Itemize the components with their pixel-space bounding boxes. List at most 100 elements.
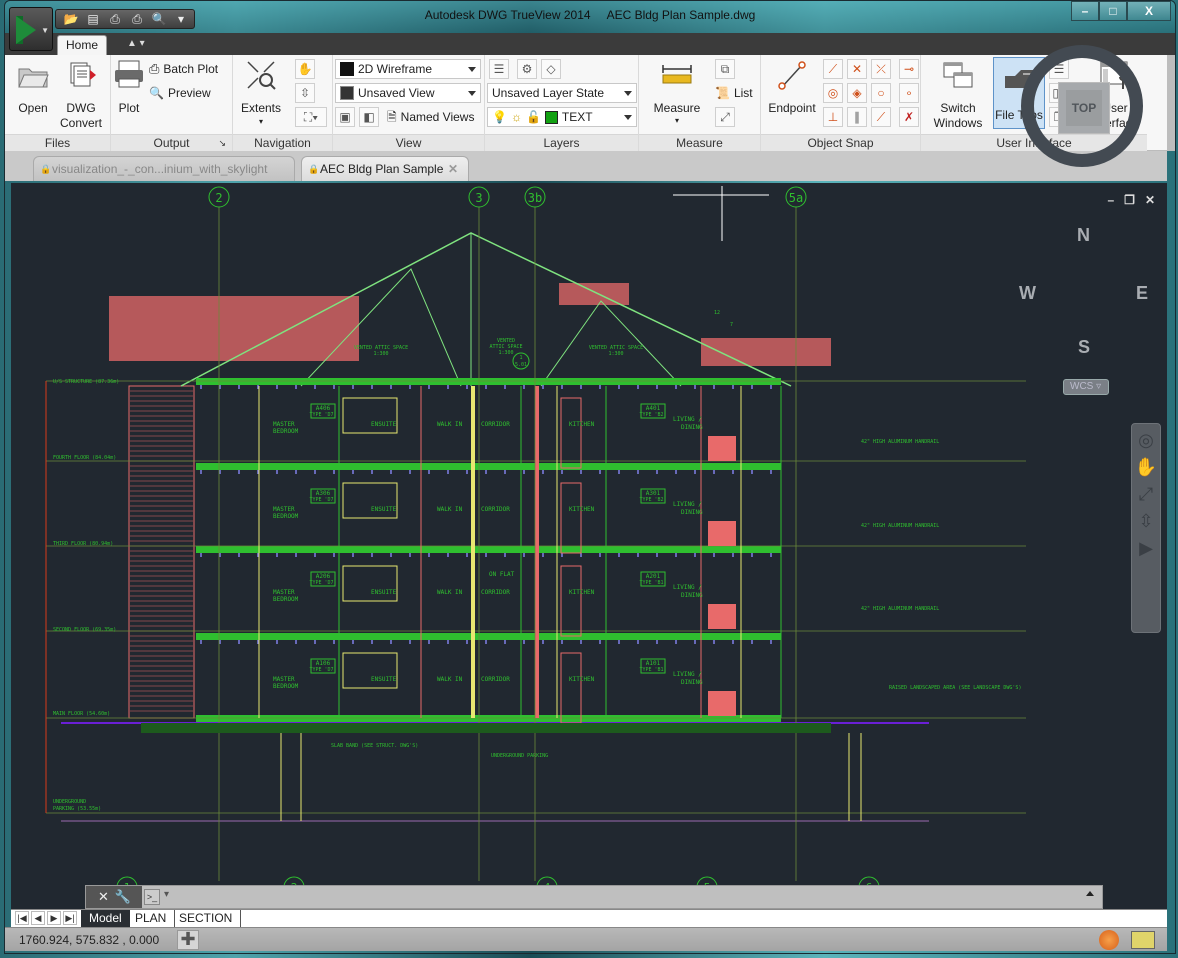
customize-dropdown-icon[interactable]: ▾: [172, 12, 190, 26]
tray-settings-icon[interactable]: [1131, 931, 1155, 949]
printer-icon: [113, 59, 145, 91]
orbit-icon[interactable]: ⇳: [1132, 511, 1160, 532]
layer-state-dropdown[interactable]: Unsaved Layer State: [487, 83, 637, 103]
tangent-snap-icon[interactable]: ○: [871, 83, 891, 103]
midpoint-snap-icon[interactable]: ⟋: [823, 59, 843, 79]
open-button[interactable]: Open: [11, 59, 55, 115]
tab-home[interactable]: Home: [57, 35, 107, 55]
open-icon[interactable]: 📂: [62, 12, 80, 26]
plot-button[interactable]: Plot: [111, 59, 147, 115]
steering-wheel-icon[interactable]: ◎: [1132, 430, 1160, 451]
room-label: MASTER: [273, 421, 295, 428]
plot-label: Plot: [118, 101, 140, 115]
named-views-icon: 🗎: [387, 110, 397, 124]
command-history-up-icon[interactable]: [1086, 891, 1094, 896]
compass-north[interactable]: N: [1077, 225, 1090, 246]
batch-plot-icon[interactable]: ⎙: [128, 12, 146, 27]
dialog-launcher-icon[interactable]: ↘: [218, 135, 226, 151]
application-menu-button[interactable]: ▼: [9, 7, 53, 51]
compass-west[interactable]: W: [1019, 283, 1036, 304]
close-command-line-icon[interactable]: ✕: [98, 889, 109, 905]
command-line[interactable]: ✕ 🔧 >_ ▾: [85, 885, 1103, 909]
wrench-icon[interactable]: 🔧: [115, 889, 131, 905]
visual-style-dropdown[interactable]: 2D Wireframe: [335, 59, 481, 79]
last-layout-icon[interactable]: ▶|: [63, 911, 77, 925]
pan-icon[interactable]: ✋: [1132, 457, 1160, 478]
zoom-extents-button[interactable]: Extents ▾: [237, 59, 285, 126]
viewport-restore-icon[interactable]: ❐: [1124, 193, 1135, 207]
layer-off-icon[interactable]: ◇: [541, 59, 561, 79]
cube-gray-icon[interactable]: ▣: [335, 107, 355, 127]
plot-icon[interactable]: ⎙: [106, 12, 124, 27]
preview-icon[interactable]: 🔍: [150, 12, 168, 26]
file-tab-aec-bldg[interactable]: 🔒 AEC Bldg Plan Sample ✕: [301, 156, 469, 181]
center-snap-icon[interactable]: ◎: [823, 83, 843, 103]
minimize-ribbon-toggle[interactable]: ▲ ▾: [127, 38, 145, 49]
room-label: WALK IN: [437, 421, 463, 428]
quadrant-snap-icon[interactable]: ◈: [847, 83, 867, 103]
quick-select-icon[interactable]: ⧉: [715, 59, 735, 79]
close-button[interactable]: X: [1127, 1, 1171, 21]
parallel-snap-icon[interactable]: ∥: [847, 107, 867, 127]
unit-tag-type: TYPE 'D7': [309, 667, 336, 673]
pan-hand-icon[interactable]: ✋: [295, 59, 315, 79]
cube-shaded-icon[interactable]: ◧: [359, 107, 379, 127]
batch-plot-icon: ⎙: [149, 61, 160, 76]
apparent-intersection-snap-icon[interactable]: ⤫: [871, 59, 891, 79]
maximize-button[interactable]: □: [1099, 1, 1127, 21]
node-snap-icon[interactable]: ∘: [899, 83, 919, 103]
minimize-button[interactable]: –: [1071, 1, 1099, 21]
batch-plot-button[interactable]: ⎙ Batch Plot: [149, 59, 218, 79]
file-tab-visualization[interactable]: 🔒 visualization_-_con...inium_with_skylig…: [33, 156, 295, 181]
named-views-button[interactable]: 🗎 Named Views: [387, 107, 474, 127]
room-label: CORRIDOR: [481, 421, 510, 428]
close-tab-icon[interactable]: ✕: [448, 157, 458, 181]
showmotion-icon[interactable]: ▶: [1132, 538, 1160, 559]
clear-snaps-icon[interactable]: ✗: [899, 107, 919, 127]
dwg-convert-button[interactable]: DWG Convert: [55, 59, 107, 130]
measure-button[interactable]: Measure ▾: [647, 59, 707, 125]
dwg-convert-icon[interactable]: ▤: [84, 12, 102, 26]
preview-button[interactable]: 🔍 Preview: [149, 83, 211, 103]
id-point-icon[interactable]: ⤢: [715, 107, 735, 127]
command-prompt-icon[interactable]: >_: [144, 889, 160, 905]
intersection-snap-icon[interactable]: ✕: [847, 59, 867, 79]
compass-south[interactable]: S: [1078, 337, 1090, 358]
unit-tag-type: TYPE 'B2': [639, 497, 666, 503]
extension-snap-icon[interactable]: ⊸: [899, 59, 919, 79]
layer-settings-icon[interactable]: ⚙: [517, 59, 537, 79]
nearest-snap-icon[interactable]: ⟋: [871, 107, 891, 127]
showmotion-icon[interactable]: ⛶▾: [295, 107, 327, 127]
first-layout-icon[interactable]: |◀: [15, 911, 29, 925]
grid-bubble-label: 5a: [789, 191, 803, 205]
lock-icon: 🔒: [308, 164, 320, 174]
next-layout-icon[interactable]: ▶: [47, 911, 61, 925]
layer-properties-icon[interactable]: ☰: [489, 59, 509, 79]
recent-commands-icon[interactable]: ▾: [164, 889, 169, 900]
perpendicular-snap-icon[interactable]: ⊥: [823, 107, 843, 127]
orbit-icon[interactable]: ⇳: [295, 83, 315, 103]
open-label: Open: [18, 101, 48, 115]
viewcube-top-face[interactable]: TOP: [1058, 82, 1110, 134]
viewport-minimize-icon[interactable]: –: [1107, 193, 1114, 207]
layout-tab-model[interactable]: Model: [81, 910, 130, 927]
panel-title-view: View: [333, 134, 484, 151]
snap-crosshair-icon[interactable]: ✚: [177, 930, 199, 950]
compass-east[interactable]: E: [1136, 283, 1148, 304]
room-label: KITCHEN: [569, 506, 595, 513]
named-view-dropdown[interactable]: Unsaved View: [335, 83, 481, 103]
prev-layout-icon[interactable]: ◀: [31, 911, 45, 925]
endpoint-button[interactable]: Endpoint: [763, 59, 821, 115]
ucs-menu[interactable]: WCS ▿: [1063, 379, 1109, 395]
workspace-icon[interactable]: [1099, 930, 1119, 950]
list-button[interactable]: 📜 List: [715, 83, 753, 103]
zoom-extents-icon[interactable]: ⤢: [1132, 484, 1160, 505]
drawing-canvas[interactable]: A406 TYPE 'D7' MASTER BEDROOM ENSUITE WALK IN…: [11, 183, 1167, 909]
level-label: UNDERGROUND: [53, 799, 86, 805]
layout-tab-plan[interactable]: PLAN: [127, 910, 176, 927]
annotation-note: 42" HIGH ALUMINUM HANDRAIL: [861, 606, 939, 612]
switch-windows-button[interactable]: Switch Windows: [929, 59, 987, 130]
layer-dropdown[interactable]: 💡 ☼ 🔓 TEXT: [487, 107, 637, 127]
viewport-close-icon[interactable]: ✕: [1145, 193, 1155, 207]
layout-tab-section[interactable]: SECTION: [171, 910, 242, 927]
